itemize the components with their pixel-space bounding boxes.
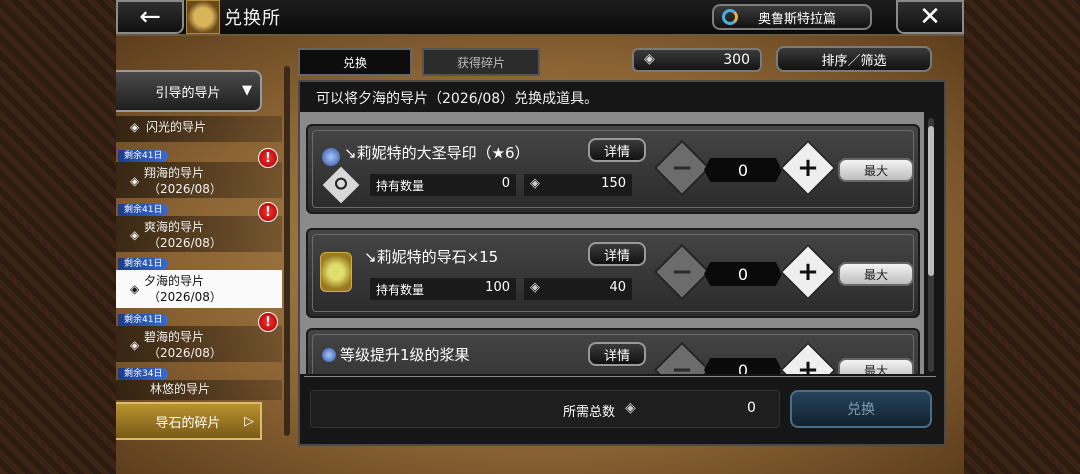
detail-button[interactable]: 详情: [588, 342, 646, 366]
guide-stone-item-icon: [320, 252, 352, 292]
diamond-icon: ◈: [130, 120, 140, 134]
category-dropdown[interactable]: 引导的导片 ▼: [116, 70, 262, 112]
item-card: ↘莉妮特的大圣导印（★6） 详情 持有数量 0 ◈ 150 − 0 + 最大: [306, 124, 920, 214]
shard-button-label: 导石的碎片: [155, 415, 221, 431]
diamond-icon: ◈: [130, 228, 140, 242]
plus-icon: +: [797, 153, 819, 183]
detail-button[interactable]: 详情: [588, 242, 646, 266]
cost-display: ◈ 150: [524, 174, 632, 196]
remaining-badge: 剩余41日: [118, 258, 169, 270]
owned-label: 持有数量: [376, 283, 425, 297]
info-text: 可以将夕海的导片（2026/08）兑换成道具。: [316, 91, 599, 107]
plus-icon: +: [797, 257, 819, 287]
list-scrollbar[interactable]: [928, 118, 934, 372]
sidebar-item-shuanghai[interactable]: ◈ 爽海的导片 （2026/08）: [116, 216, 282, 252]
close-button[interactable]: ✕: [896, 0, 964, 34]
alert-icon: !: [258, 312, 278, 332]
minus-icon: −: [671, 153, 693, 183]
cost-value: 150: [601, 176, 626, 191]
owned-value: 0: [501, 176, 510, 191]
remaining-badge: 剩余41日: [118, 204, 169, 216]
cost-value: 40: [609, 280, 626, 295]
diamond-icon: ◈: [130, 282, 140, 296]
max-button[interactable]: 最大: [838, 262, 914, 286]
right-background-pattern: [962, 0, 1080, 474]
seal-item-icon: [322, 148, 340, 166]
diamond-icon: ◈: [130, 174, 140, 188]
total-required-bar: 所需总数 ◈ 0: [310, 390, 780, 428]
sidebar-item-bihai[interactable]: ◈ 碧海的导片 （2026/08）: [116, 326, 282, 362]
shop-emblem-icon: [186, 0, 220, 34]
sidebar-item-flash[interactable]: ◈ 闪光的导片: [116, 116, 282, 142]
sidebar-item-label: 爽海的导片: [144, 220, 205, 234]
left-background-pattern: [0, 0, 118, 474]
item-card: 等级提升1级的浆果 详情 − 0 + 最大: [306, 328, 920, 374]
item-name: 等级提升1级的浆果: [340, 346, 470, 364]
alert-icon: !: [258, 148, 278, 168]
shard-icon: ◈: [530, 280, 540, 295]
sort-filter-button[interactable]: 排序／筛选: [776, 46, 932, 72]
remaining-badge: 剩余41日: [118, 150, 169, 162]
sidebar-item-period: （2026/08）: [148, 236, 222, 250]
shard-icon: ◈: [644, 51, 655, 67]
owned-value: 100: [485, 280, 510, 295]
list-scrollbar-thumb[interactable]: [928, 126, 934, 276]
sidebar-item-label: 翔海的导片: [144, 166, 205, 180]
chevron-down-icon: ▼: [242, 83, 252, 98]
swap-icon: [722, 9, 738, 25]
event-select-label: 奥鲁斯特拉篇: [758, 11, 837, 27]
arrow-left-icon: ←: [139, 2, 161, 32]
minus-icon: −: [671, 257, 693, 287]
minus-icon: −: [671, 355, 693, 374]
sidebar-item-xianghai[interactable]: ◈ 翔海的导片 （2026/08）: [116, 162, 282, 198]
quantity-value: 0: [704, 158, 782, 182]
event-select-button[interactable]: 奥鲁斯特拉篇: [712, 4, 872, 30]
shard-icon: ◈: [530, 176, 540, 191]
detail-button[interactable]: 详情: [588, 138, 646, 162]
sidebar-item-label: 闪光的导片: [146, 120, 207, 134]
owned-label: 持有数量: [376, 179, 425, 193]
berry-item-icon: [322, 348, 336, 362]
exchange-button[interactable]: 兑换: [790, 390, 932, 428]
sidebar-item-xihai[interactable]: ◈ 夕海的导片 （2026/08）: [116, 270, 282, 308]
item-card: ↘莉妮特的导石×15 详情 持有数量 100 ◈ 40 − 0 + 最大: [306, 228, 920, 318]
sidebar-item-period: （2026/08）: [148, 346, 222, 360]
shard-icon: ◈: [625, 400, 636, 416]
max-button[interactable]: 最大: [838, 358, 914, 374]
remaining-badge: 剩余41日: [118, 314, 169, 326]
plus-icon: +: [797, 355, 819, 374]
back-button[interactable]: ←: [116, 0, 184, 34]
sidebar-item-label: 夕海的导片: [144, 274, 205, 288]
currency-amount: 300: [723, 52, 750, 68]
cost-display: ◈ 40: [524, 278, 632, 300]
total-value: 0: [747, 400, 756, 416]
total-label: 所需总数: [563, 405, 616, 420]
page-title: 兑换所: [224, 8, 281, 29]
sidebar-scrollbar[interactable]: [284, 66, 290, 436]
quantity-value: 0: [704, 262, 782, 286]
sidebar-shard-button[interactable]: 导石的碎片 ▷: [116, 402, 262, 440]
sidebar-item-label: 林悠的导片: [150, 382, 211, 396]
chevron-right-icon: ▷: [244, 413, 254, 429]
list-divider: [304, 376, 936, 377]
diamond-icon: ◈: [130, 338, 140, 352]
currency-display: ◈ 300: [632, 48, 762, 72]
close-icon: ✕: [919, 2, 941, 32]
tab-exchange[interactable]: 兑换: [298, 48, 412, 76]
sidebar-item-period: （2026/08）: [148, 182, 222, 196]
sidebar-item-linyou[interactable]: 林悠的导片: [116, 380, 282, 400]
category-label: 引导的导片: [155, 85, 221, 101]
remaining-badge: 剩余34日: [118, 368, 169, 380]
alert-icon: !: [258, 202, 278, 222]
owned-count: 持有数量 100: [370, 278, 516, 300]
sidebar-item-period: （2026/08）: [148, 290, 222, 304]
max-button[interactable]: 最大: [838, 158, 914, 182]
item-name: ↘莉妮特的大圣导印（★6）: [344, 144, 530, 162]
quantity-value: 0: [704, 358, 782, 374]
owned-count: 持有数量 0: [370, 174, 516, 196]
sidebar-item-label: 碧海的导片: [144, 330, 205, 344]
item-list: ↘莉妮特的大圣导印（★6） 详情 持有数量 0 ◈ 150 − 0 + 最大 ↘…: [300, 112, 924, 374]
tab-obtain-shards[interactable]: 获得碎片: [422, 48, 540, 76]
item-name: ↘莉妮特的导石×15: [364, 248, 499, 266]
